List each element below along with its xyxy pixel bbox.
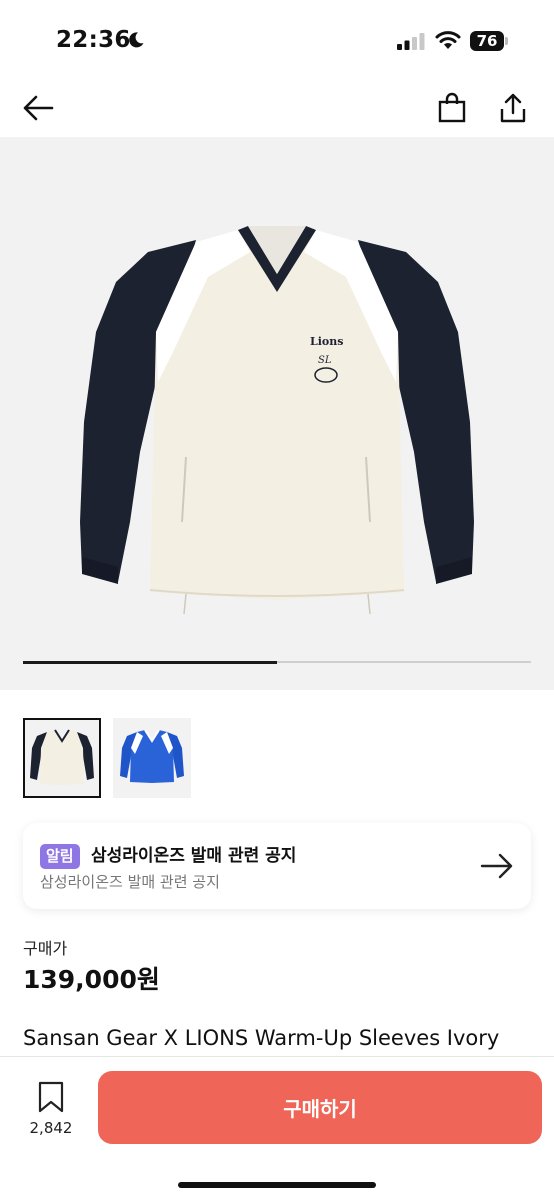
notice-card[interactable]: 알림 삼성라이온즈 발매 관련 공지 삼성라이온즈 발매 관련 공지 <box>23 823 531 909</box>
battery-level: 76 <box>470 31 504 51</box>
wishlist-button[interactable]: 2,842 <box>23 1081 79 1141</box>
thumbnail-list <box>23 718 191 798</box>
home-indicator <box>178 1182 376 1188</box>
shopping-bag-icon <box>438 92 466 123</box>
top-nav <box>0 80 554 136</box>
share-icon <box>500 93 526 123</box>
bottom-action-bar: 2,842 구매하기 <box>0 1056 554 1200</box>
product-image-gallery[interactable]: Lions SL <box>0 137 554 690</box>
back-arrow-icon <box>23 95 54 121</box>
wishlist-count: 2,842 <box>29 1119 73 1137</box>
notice-title: 삼성라이온즈 발매 관련 공지 <box>91 846 297 866</box>
back-button[interactable] <box>20 90 56 126</box>
wifi-icon <box>435 31 461 49</box>
svg-text:SL: SL <box>318 355 332 366</box>
status-bar: 22:36 76 <box>0 0 554 80</box>
price-value: 139,000원 <box>23 965 160 994</box>
thumbnail-ivory[interactable] <box>23 718 101 798</box>
battery-tip <box>505 37 508 45</box>
gallery-progress-track <box>23 660 531 664</box>
share-button[interactable] <box>495 90 531 126</box>
ivory-jacket-thumbnail-icon <box>30 729 94 785</box>
signal-icon <box>397 33 425 50</box>
product-jacket-image: Lions SL <box>80 226 474 615</box>
product-title: Sansan Gear X LIONS Warm-Up Sleeves Ivor… <box>23 1026 500 1050</box>
thumbnail-blue[interactable] <box>113 718 191 798</box>
bookmark-icon <box>38 1081 64 1113</box>
svg-text:Lions: Lions <box>310 335 343 348</box>
blue-jacket-thumbnail-icon <box>120 729 184 783</box>
notice-subtitle: 삼성라이온즈 발매 관련 공지 <box>40 873 220 891</box>
arrow-right-icon[interactable] <box>479 848 515 884</box>
price-label: 구매가 <box>23 939 68 958</box>
buy-button[interactable]: 구매하기 <box>98 1071 542 1144</box>
battery-indicator: 76 <box>470 31 508 51</box>
gallery-progress-fill <box>23 660 277 664</box>
moon-icon <box>129 32 144 48</box>
status-time: 22:36 <box>56 27 131 53</box>
cart-button[interactable] <box>434 90 470 126</box>
notice-badge: 알림 <box>40 844 80 869</box>
